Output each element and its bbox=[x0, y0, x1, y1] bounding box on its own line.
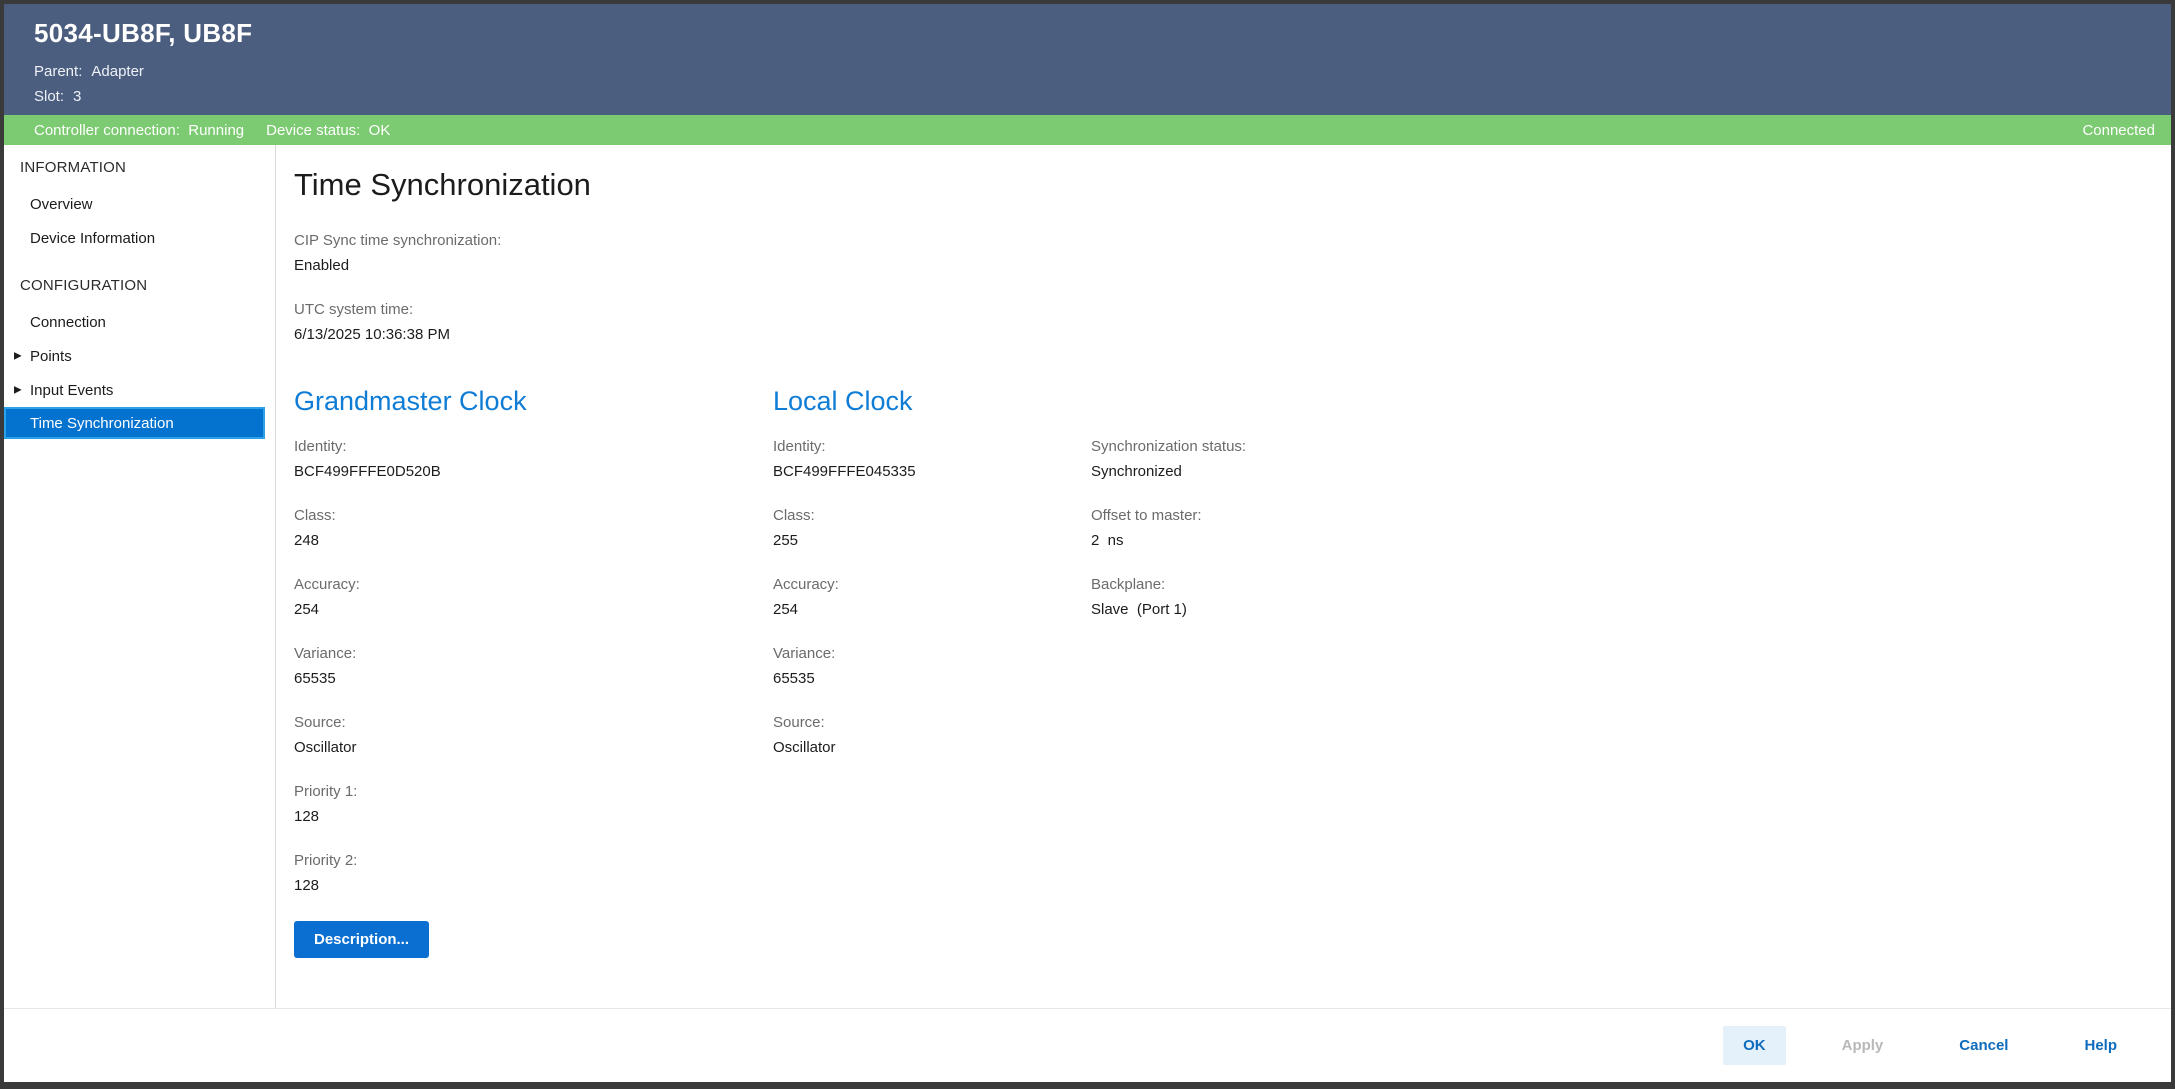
sync-status-field: Synchronization status: Synchronized bbox=[1091, 437, 2171, 482]
clock-columns: Grandmaster Clock Identity: BCF499FFFE0D… bbox=[294, 369, 2171, 958]
gm-identity-value: BCF499FFFE0D520B bbox=[294, 463, 441, 480]
sidebar-item-label: Time Synchronization bbox=[30, 414, 174, 432]
cip-sync-label: CIP Sync time synchronization: bbox=[294, 232, 502, 249]
device-properties-window: 5034-UB8F, UB8F Parent: Adapter Slot: 3 Co… bbox=[0, 0, 2175, 1089]
apply-button[interactable]: Apply bbox=[1822, 1026, 1904, 1065]
expand-arrow-icon[interactable]: ▶ bbox=[14, 351, 22, 362]
utc-system-time-value: 6/13/2025 10:36:38 PM bbox=[294, 326, 450, 343]
gm-identity-field: Identity: BCF499FFFE0D520B bbox=[294, 437, 773, 482]
device-title: 5034-UB8F, UB8F bbox=[34, 18, 253, 48]
offset-to-master-label: Offset to master: bbox=[1091, 507, 1202, 524]
lc-identity-label: Identity: bbox=[773, 438, 826, 455]
ok-button[interactable]: OK bbox=[1723, 1026, 1786, 1065]
gm-accuracy-value: 254 bbox=[294, 601, 320, 618]
device-status: Device status: OK bbox=[266, 121, 391, 139]
sidebar-item-input-events[interactable]: ▶ Input Events bbox=[4, 373, 275, 407]
gm-source-value: Oscillator bbox=[294, 739, 357, 756]
sidebar-item-connection[interactable]: Connection bbox=[4, 305, 275, 339]
gm-priority2-label: Priority 2: bbox=[294, 852, 358, 869]
lc-accuracy-field: Accuracy: 254 bbox=[773, 575, 1091, 620]
grandmaster-clock-heading: Grandmaster Clock bbox=[294, 386, 527, 416]
lc-class-field: Class: 255 bbox=[773, 506, 1091, 551]
cip-sync-field: CIP Sync time synchronization: Enabled bbox=[294, 231, 2171, 276]
window-body: INFORMATION Overview Device Information … bbox=[4, 145, 2171, 1008]
expand-arrow-icon[interactable]: ▶ bbox=[14, 385, 22, 396]
device-header: 5034-UB8F, UB8F Parent: Adapter Slot: 3 bbox=[4, 4, 2171, 115]
gm-identity-label: Identity: bbox=[294, 438, 347, 455]
sidebar-item-points[interactable]: ▶ Points bbox=[4, 339, 275, 373]
sidebar-group-information: INFORMATION Overview Device Information bbox=[4, 157, 275, 255]
gm-class-field: Class: 248 bbox=[294, 506, 773, 551]
gm-class-label: Class: bbox=[294, 507, 336, 524]
lc-source-value: Oscillator bbox=[773, 739, 836, 756]
offset-to-master-value: 2 ns bbox=[1091, 532, 1124, 549]
parent-label: Parent: bbox=[34, 63, 83, 80]
gm-source-field: Source: Oscillator bbox=[294, 713, 773, 758]
gm-priority1-value: 128 bbox=[294, 808, 320, 825]
utc-system-time-field: UTC system time: 6/13/2025 10:36:38 PM bbox=[294, 300, 2171, 345]
sidebar-item-label: Overview bbox=[30, 195, 93, 213]
gm-variance-label: Variance: bbox=[294, 645, 357, 662]
device-parent-row: Parent: Adapter bbox=[34, 59, 2171, 84]
lc-class-label: Class: bbox=[773, 507, 815, 524]
connection-state-badge: Connected bbox=[2082, 121, 2155, 139]
device-slot-row: Slot: 3 bbox=[34, 84, 2171, 109]
sidebar-group-configuration: CONFIGURATION Connection ▶ Points ▶ Inpu… bbox=[4, 275, 275, 439]
lc-source-field: Source: Oscillator bbox=[773, 713, 1091, 758]
gm-priority1-field: Priority 1: 128 bbox=[294, 782, 773, 827]
sidebar-item-device-information[interactable]: Device Information bbox=[4, 221, 275, 255]
lc-class-value: 255 bbox=[773, 532, 799, 549]
sidebar-item-label: Connection bbox=[30, 313, 106, 331]
gm-priority2-value: 128 bbox=[294, 877, 320, 894]
sidebar-item-label: Device Information bbox=[30, 229, 156, 247]
category-sidebar: INFORMATION Overview Device Information … bbox=[4, 145, 276, 1008]
sync-status-section: Synchronization status: Synchronized Off… bbox=[1091, 369, 2171, 958]
gm-priority2-field: Priority 2: 128 bbox=[294, 851, 773, 896]
gm-accuracy-field: Accuracy: 254 bbox=[294, 575, 773, 620]
gm-variance-value: 65535 bbox=[294, 670, 336, 687]
parent-value: Adapter bbox=[91, 63, 144, 80]
sidebar-item-time-synchronization[interactable]: Time Synchronization bbox=[4, 407, 265, 439]
connection-status-bar: Controller connection: Running Device st… bbox=[4, 115, 2171, 145]
time-synchronization-page: Time Synchronization CIP Sync time synch… bbox=[276, 145, 2171, 1008]
lc-identity-field: Identity: BCF499FFFE045335 bbox=[773, 437, 1091, 482]
sync-status-value: Synchronized bbox=[1091, 463, 1182, 480]
description-button[interactable]: Description... bbox=[294, 921, 430, 958]
grandmaster-clock-section: Grandmaster Clock Identity: BCF499FFFE0D… bbox=[294, 369, 773, 958]
cancel-button[interactable]: Cancel bbox=[1939, 1026, 2028, 1065]
slot-value: 3 bbox=[73, 88, 82, 105]
lc-variance-label: Variance: bbox=[773, 645, 836, 662]
controller-connection-status: Controller connection: Running bbox=[34, 121, 245, 139]
dialog-footer: OK Apply Cancel Help bbox=[4, 1008, 2171, 1082]
help-button[interactable]: Help bbox=[2064, 1026, 2137, 1065]
sidebar-item-label: Points bbox=[30, 347, 72, 365]
backplane-value: Slave (Port 1) bbox=[1091, 601, 1187, 618]
local-clock-heading: Local Clock bbox=[773, 386, 913, 416]
sidebar-item-overview[interactable]: Overview bbox=[4, 187, 275, 221]
sync-status-label: Synchronization status: bbox=[1091, 438, 1247, 455]
slot-label: Slot: bbox=[34, 88, 65, 105]
gm-class-value: 248 bbox=[294, 532, 320, 549]
sidebar-item-label: Input Events bbox=[30, 381, 114, 399]
page-title: Time Synchronization bbox=[294, 167, 591, 202]
local-clock-section: Local Clock Identity: BCF499FFFE045335 C… bbox=[773, 369, 1091, 958]
lc-accuracy-label: Accuracy: bbox=[773, 576, 839, 593]
cip-sync-value: Enabled bbox=[294, 257, 350, 274]
gm-source-label: Source: bbox=[294, 714, 346, 731]
gm-priority1-label: Priority 1: bbox=[294, 783, 358, 800]
utc-system-time-label: UTC system time: bbox=[294, 301, 414, 318]
lc-accuracy-value: 254 bbox=[773, 601, 799, 618]
lc-variance-value: 65535 bbox=[773, 670, 815, 687]
sidebar-group-label-configuration: CONFIGURATION bbox=[20, 277, 148, 294]
sidebar-group-label-information: INFORMATION bbox=[20, 159, 127, 176]
lc-identity-value: BCF499FFFE045335 bbox=[773, 463, 916, 480]
lc-source-label: Source: bbox=[773, 714, 825, 731]
gm-accuracy-label: Accuracy: bbox=[294, 576, 360, 593]
lc-variance-field: Variance: 65535 bbox=[773, 644, 1091, 689]
backplane-field: Backplane: Slave (Port 1) bbox=[1091, 575, 2171, 620]
backplane-label: Backplane: bbox=[1091, 576, 1166, 593]
offset-to-master-field: Offset to master: 2 ns bbox=[1091, 506, 2171, 551]
gm-variance-field: Variance: 65535 bbox=[294, 644, 773, 689]
